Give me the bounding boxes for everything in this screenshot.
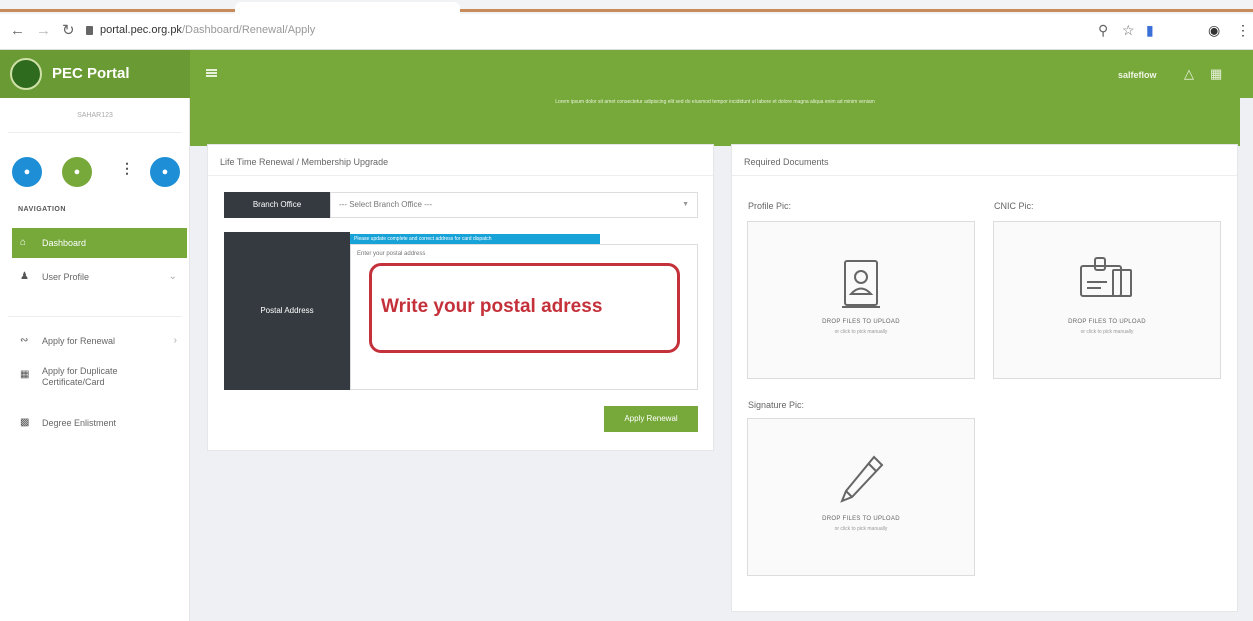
signature-pic-dropzone[interactable]: DROP FILES TO UPLOAD or click to pick ma… xyxy=(747,418,975,576)
tab-accent-line xyxy=(0,9,1253,12)
documents-panel-title: Required Documents xyxy=(744,157,829,167)
pec-logo-icon xyxy=(10,58,42,90)
signature-pic-label: Signature Pic: xyxy=(748,400,805,410)
chevron-down-icon: ⌄ xyxy=(168,271,177,282)
more-vertical-icon[interactable]: ⋮ xyxy=(120,160,134,177)
reload-icon[interactable]: ↻ xyxy=(62,22,75,40)
sidebar-divider xyxy=(8,316,182,317)
renewal-panel: Life Time Renewal / Membership Upgrade B… xyxy=(207,144,714,451)
postal-address-hint: Please update complete and correct addre… xyxy=(350,234,600,244)
branch-select-value: --- Select Branch Office --- xyxy=(339,200,433,209)
lock-icon xyxy=(86,26,93,35)
search-icon[interactable]: ⚲ xyxy=(1098,22,1108,39)
pen-icon xyxy=(840,455,884,503)
nav-heading: NAVIGATION xyxy=(18,206,66,213)
grid-icon: ▩ xyxy=(20,417,30,428)
sidebar-item-user-profile[interactable]: ♟ User Profile ⌄ xyxy=(12,262,187,292)
browser-address-bar: ← → ↻ portal.pec.org.pk/Dashboard/Renewa… xyxy=(0,14,1253,50)
url-field[interactable]: portal.pec.org.pk/Dashboard/Renewal/Appl… xyxy=(100,24,315,36)
sidebar-username: SAHAR123 xyxy=(77,112,113,119)
sidebar-item-duplicate-certificate[interactable]: ▦ Apply for Duplicate Certificate/Card xyxy=(12,360,187,396)
sidebar-divider xyxy=(8,132,182,133)
cnic-pic-dropzone[interactable]: DROP FILES TO UPLOAD or click to pick ma… xyxy=(993,221,1221,379)
renewal-panel-title: Life Time Renewal / Membership Upgrade xyxy=(220,157,389,167)
sidebar-item-label: Degree Enlistment xyxy=(42,418,117,428)
dropzone-subtitle: or click to pick manually xyxy=(1080,329,1134,335)
browser-tab-active[interactable] xyxy=(235,2,460,14)
dropzone-subtitle: or click to pick manually xyxy=(834,329,888,335)
account-icon[interactable]: ◉ xyxy=(1208,22,1220,39)
user-icon: ♟ xyxy=(20,271,29,282)
dropzone-title: DROP FILES TO UPLOAD xyxy=(822,516,900,522)
sidebar-item-label: Apply for Duplicate Certificate/Card xyxy=(42,366,118,387)
panel-divider xyxy=(732,175,1237,176)
profile-pic-label: Profile Pic: xyxy=(748,201,792,211)
star-icon[interactable]: ☆ xyxy=(1122,22,1135,39)
link-icon: ∾ xyxy=(20,335,29,346)
cnic-pic-label: CNIC Pic: xyxy=(994,201,1034,211)
back-icon[interactable]: ← xyxy=(10,22,25,40)
profile-circle-icon[interactable]: ● xyxy=(12,157,42,187)
bell-icon[interactable]: △ xyxy=(1184,66,1194,82)
hamburger-menu-icon[interactable] xyxy=(206,69,217,77)
documents-panel: Required Documents Profile Pic: DROP FIL… xyxy=(731,144,1238,612)
caret-down-icon: ▼ xyxy=(682,201,689,208)
dropzone-subtitle: or click to pick manually xyxy=(834,526,888,532)
header-user-name[interactable]: salfeflow xyxy=(1118,70,1157,80)
message-circle-icon[interactable]: ● xyxy=(62,157,92,187)
branch-office-select[interactable]: --- Select Branch Office --- ▼ xyxy=(330,192,698,218)
instruction-callout: Write your postal adress xyxy=(369,263,680,353)
grid-menu-icon[interactable]: ▦ xyxy=(1210,66,1222,82)
dropzone-title: DROP FILES TO UPLOAD xyxy=(822,319,900,325)
callout-text: Write your postal adress xyxy=(381,296,603,317)
postal-address-label: Postal Address xyxy=(224,232,350,390)
document-icon: ▦ xyxy=(20,369,30,380)
brand-title: PEC Portal xyxy=(52,65,130,82)
forward-icon[interactable]: → xyxy=(36,22,51,40)
sidebar-item-label: Apply for Renewal xyxy=(42,336,116,346)
sidebar-item-label: Dashboard xyxy=(42,238,87,248)
id-card-icon xyxy=(1080,257,1132,297)
chevron-right-icon: › xyxy=(173,335,177,346)
apply-renewal-button[interactable]: Apply Renewal xyxy=(604,406,698,432)
sidebar-item-dashboard[interactable]: ⌂ Dashboard xyxy=(12,228,187,258)
sidebar: SAHAR123 ● ● ⋮ ● NAVIGATION ⌂ Dashboard … xyxy=(0,98,190,621)
brand-area[interactable]: PEC Portal xyxy=(0,50,190,98)
branch-office-label: Branch Office xyxy=(224,192,330,218)
profile-card-icon xyxy=(842,260,880,308)
power-circle-icon[interactable]: ● xyxy=(150,157,180,187)
home-icon: ⌂ xyxy=(20,237,27,248)
profile-pic-dropzone[interactable]: DROP FILES TO UPLOAD or click to pick ma… xyxy=(747,221,975,379)
sidebar-item-apply-renewal[interactable]: ∾ Apply for Renewal › xyxy=(12,326,187,356)
banner-text: Lorem ipsum dolor sit amet consectetur a… xyxy=(555,99,875,105)
dropzone-title: DROP FILES TO UPLOAD xyxy=(1068,319,1146,325)
extension-icon[interactable]: ▮ xyxy=(1146,22,1154,39)
sidebar-item-label: User Profile xyxy=(42,272,90,282)
panel-divider xyxy=(208,175,713,176)
menu-dots-icon[interactable]: ⋮ xyxy=(1236,22,1250,39)
browser-tabstrip xyxy=(0,0,1253,14)
header-banner: Lorem ipsum dolor sit amet consectetur a… xyxy=(190,98,1240,146)
sidebar-item-degree-enlistment[interactable]: ▩ Degree Enlistment xyxy=(12,408,187,438)
